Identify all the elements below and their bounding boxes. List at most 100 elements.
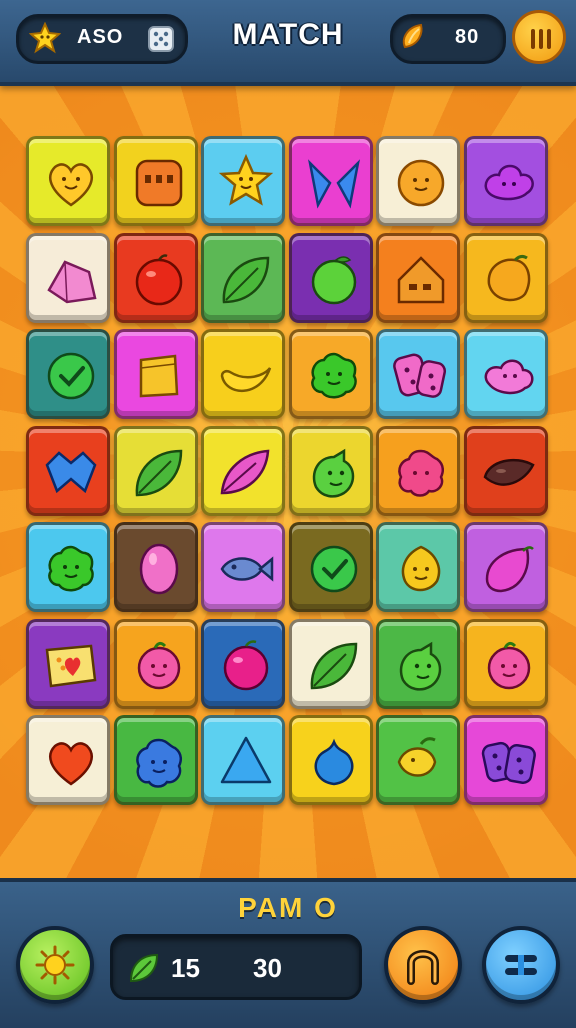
purple-dice-icon <box>481 741 536 784</box>
green-blob-icon <box>311 352 357 399</box>
coin-icon <box>402 23 423 49</box>
yellow-lemon-icon <box>401 545 441 592</box>
tile-green-dragon[interactable] <box>376 619 460 709</box>
tile-pink-cloud[interactable] <box>464 329 548 419</box>
menu-icon <box>505 955 537 975</box>
right-counter-value: 80 <box>455 26 480 48</box>
pink-leaf-icon <box>220 449 270 495</box>
currency-counter-left[interactable]: ASO <box>16 14 188 64</box>
green-check-icon <box>310 545 358 593</box>
tile-yellow-lemon[interactable] <box>376 522 460 612</box>
tile-pink-flower[interactable] <box>114 619 198 709</box>
blue-blob-icon <box>136 738 182 788</box>
blue-gem-icon <box>45 451 97 494</box>
red-apple-icon <box>135 254 183 306</box>
top-bar: ASO MATCH 80 <box>0 0 576 86</box>
tile-green-blob[interactable] <box>289 329 373 419</box>
tile-green-dragon[interactable] <box>289 426 373 516</box>
pink-egg-icon <box>139 543 179 595</box>
blue-drop-icon <box>314 738 354 786</box>
magnet-icon <box>407 950 439 985</box>
bottom-bar: PAM O 15 30 <box>0 878 576 1028</box>
tile-pink-egg[interactable] <box>114 522 198 612</box>
tile-heart-face[interactable] <box>26 136 110 226</box>
tile-red-apple[interactable] <box>114 233 198 323</box>
green-leaf-icon <box>222 256 270 304</box>
green-dragon-icon <box>399 641 442 691</box>
blue-triangle-icon <box>220 736 272 784</box>
green-apple-icon <box>311 256 357 305</box>
level-label: PAM O <box>238 892 338 923</box>
tile-pink-dice[interactable] <box>376 329 460 419</box>
tile-pink-leaf[interactable] <box>201 426 285 516</box>
tile-star-face[interactable] <box>201 136 285 226</box>
tile-green-blob[interactable] <box>26 522 110 612</box>
tile-brown-seed[interactable] <box>464 426 548 516</box>
green-blob-icon <box>48 545 94 592</box>
brown-seed-icon <box>483 458 535 486</box>
magnet-booster-button[interactable] <box>384 926 462 1004</box>
tile-yellow-block[interactable] <box>114 329 198 419</box>
star-icon <box>29 22 61 54</box>
pink-gem-icon <box>47 260 97 304</box>
tile-purple-dice[interactable] <box>464 715 548 805</box>
pink-flower-icon <box>137 641 181 690</box>
sun-booster-button[interactable] <box>16 926 94 1004</box>
orange-block-icon <box>135 159 183 207</box>
tile-blue-triangle[interactable] <box>201 715 285 805</box>
tile-orange-ball[interactable] <box>376 136 460 226</box>
yellow-block-icon <box>139 354 179 398</box>
pink-dice-icon <box>393 353 447 398</box>
menu-button[interactable] <box>482 926 560 1004</box>
heart-card-icon <box>45 644 97 688</box>
tile-yellow-fish[interactable] <box>376 715 460 805</box>
pink-berry-icon <box>398 449 444 497</box>
tile-pink-berry[interactable] <box>376 426 460 516</box>
tile-green-apple[interactable] <box>289 233 373 323</box>
house-icon <box>397 256 445 304</box>
game-title: MATCH <box>232 18 344 51</box>
tile-pink-flower[interactable] <box>464 619 548 709</box>
pink-cloud-icon <box>484 359 534 395</box>
tile-blue-wings[interactable] <box>289 136 373 226</box>
sun-icon <box>35 945 75 985</box>
left-counter-value: ASO <box>77 26 124 48</box>
tile-green-check[interactable] <box>289 522 373 612</box>
score-panel: 15 30 <box>110 934 362 1000</box>
tile-green-leaf[interactable] <box>201 233 285 323</box>
tile-orange-fruit[interactable] <box>464 233 548 323</box>
game-board <box>26 136 550 816</box>
orange-fruit-icon <box>487 254 531 302</box>
tile-blue-drop[interactable] <box>289 715 373 805</box>
tile-pink-gem[interactable] <box>26 233 110 323</box>
moves-value: 15 <box>171 953 200 983</box>
tile-house[interactable] <box>376 233 460 323</box>
tile-banana[interactable] <box>201 329 285 419</box>
tile-blue-fish[interactable] <box>201 522 285 612</box>
tile-pink-fruit[interactable] <box>464 522 548 612</box>
tile-orange-block[interactable] <box>114 136 198 226</box>
tile-red-heart[interactable] <box>26 715 110 805</box>
tile-green-leaf[interactable] <box>114 426 198 516</box>
leaf-icon <box>129 953 159 983</box>
dice-icon <box>148 26 174 52</box>
orange-ball-icon <box>397 159 445 207</box>
tile-green-check[interactable] <box>26 329 110 419</box>
pause-button[interactable] <box>512 10 566 64</box>
red-heart-icon <box>49 742 93 786</box>
tile-purple-cloud[interactable] <box>464 136 548 226</box>
pink-apple-icon <box>223 640 269 691</box>
tile-green-leaf[interactable] <box>289 619 373 709</box>
heart-face-icon <box>49 163 93 207</box>
pink-fruit-icon <box>485 546 534 593</box>
pause-icon <box>531 29 551 49</box>
pink-flower-icon <box>487 641 531 690</box>
tile-pink-apple[interactable] <box>201 619 285 709</box>
currency-counter-right[interactable]: 80 <box>390 14 506 64</box>
yellow-fish-icon <box>397 737 437 777</box>
green-leaf-icon <box>310 642 358 690</box>
tile-heart-card[interactable] <box>26 619 110 709</box>
tile-blue-gem[interactable] <box>26 426 110 516</box>
green-dragon-icon <box>312 448 355 498</box>
tile-blue-blob[interactable] <box>114 715 198 805</box>
